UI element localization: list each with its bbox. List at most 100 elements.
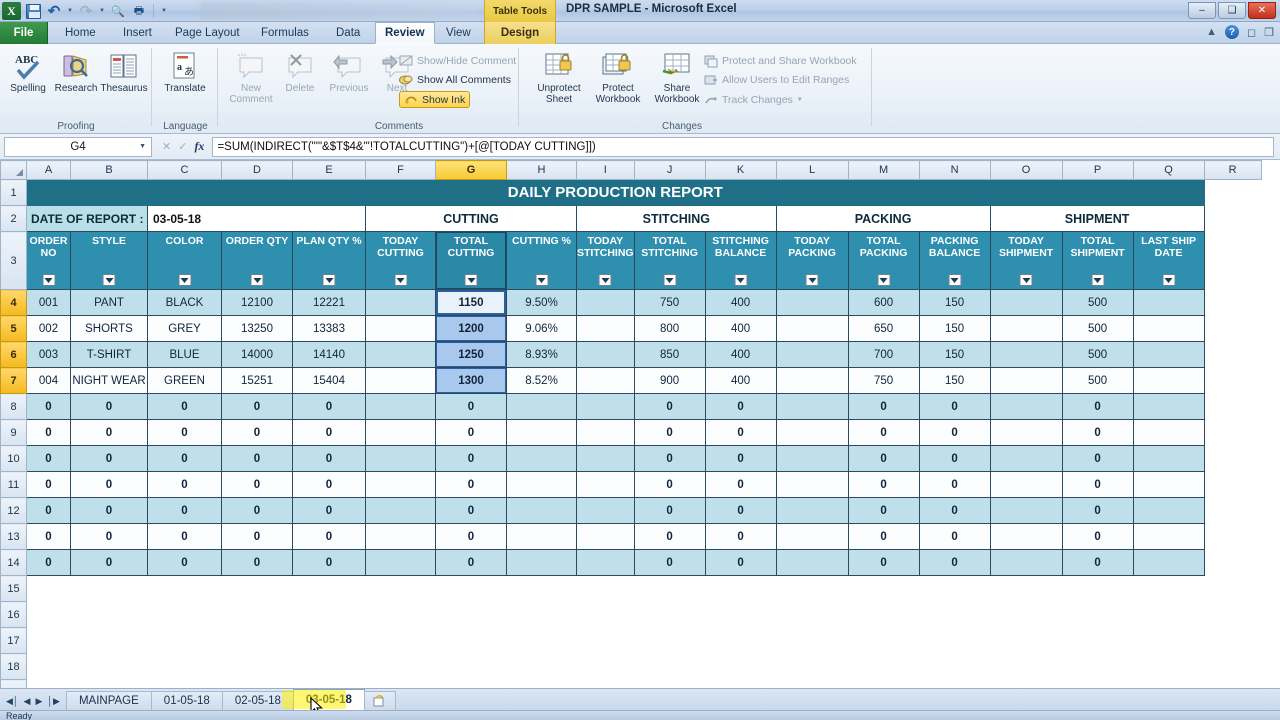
cell-total_packing-row-14[interactable]: 0 — [847, 549, 920, 576]
tab-view[interactable]: View — [437, 22, 480, 44]
quick-access-toolbar[interactable]: X ↶ ▼ ↷ ▼ 🔍 🖶 ▼ — [2, 1, 169, 21]
cell-today_stitching-row-4[interactable] — [576, 289, 635, 316]
column-header-B[interactable]: B — [70, 160, 148, 180]
row-header-19[interactable]: 19 — [0, 679, 27, 688]
cell-order_qty-row-9[interactable]: 0 — [221, 419, 293, 446]
sheet-tab-03-05-18[interactable]: 03-05-18 — [292, 689, 365, 710]
empty-cell[interactable] — [70, 575, 148, 602]
empty-cell[interactable] — [705, 653, 777, 680]
th-last-ship-date[interactable]: LAST SHIP DATE — [1132, 231, 1205, 290]
insert-worksheet-icon[interactable] — [363, 691, 396, 710]
filter-icon[interactable] — [394, 274, 407, 286]
cell-total_stitching-row-7[interactable]: 900 — [633, 367, 706, 394]
cell-stitching_balance-row-8[interactable]: 0 — [704, 393, 777, 420]
filter-icon[interactable] — [663, 274, 677, 286]
cell-last_ship_date-row-6[interactable] — [1132, 341, 1205, 368]
formula-bar-buttons[interactable]: ✕ ✓ fx — [162, 139, 204, 154]
column-header-C[interactable]: C — [147, 160, 222, 180]
empty-cell[interactable] — [1133, 575, 1205, 602]
filter-icon[interactable] — [42, 274, 55, 286]
empty-cell[interactable] — [776, 575, 849, 602]
empty-cell[interactable] — [292, 627, 366, 654]
cell-total_cutting-row-4[interactable]: 1150 — [435, 289, 507, 316]
cell-total_shipment-row-6[interactable]: 500 — [1061, 341, 1134, 368]
empty-cell[interactable] — [506, 653, 577, 680]
cell-order_qty-row-8[interactable]: 0 — [221, 393, 293, 420]
cell-total_packing-row-4[interactable]: 600 — [847, 289, 920, 316]
th-today-cutting[interactable]: TODAY CUTTING — [365, 231, 436, 290]
cell-total_shipment-row-14[interactable]: 0 — [1061, 549, 1134, 576]
cell-today_packing-row-6[interactable] — [775, 341, 849, 368]
empty-cell[interactable] — [70, 601, 148, 628]
empty-cell[interactable] — [506, 575, 577, 602]
empty-cell[interactable] — [1062, 653, 1134, 680]
cell-stitching_balance-row-14[interactable]: 0 — [704, 549, 777, 576]
empty-cell-R9[interactable] — [1204, 419, 1262, 446]
empty-cell[interactable] — [365, 627, 436, 654]
tab-review[interactable]: Review — [375, 22, 435, 44]
cell-today_shipment-row-11[interactable] — [989, 471, 1063, 498]
cell-packing_balance-row-10[interactable]: 0 — [918, 445, 991, 472]
cell-total_cutting-row-14[interactable]: 0 — [435, 549, 507, 576]
column-header-P[interactable]: P — [1061, 160, 1134, 180]
tab-home[interactable]: Home — [56, 22, 105, 44]
empty-cell[interactable] — [990, 679, 1063, 688]
cell-today_packing-row-14[interactable] — [775, 549, 849, 576]
cell-today_packing-row-8[interactable] — [775, 393, 849, 420]
cell-style-row-4[interactable]: PANT — [70, 289, 148, 316]
cell-today_cutting-row-6[interactable] — [365, 341, 436, 368]
empty-cell[interactable] — [990, 575, 1063, 602]
minimize-ribbon-icon[interactable]: ▲ — [1206, 26, 1217, 38]
row-header-10[interactable]: 10 — [0, 445, 27, 472]
translate-button[interactable]: a あ Translate — [159, 48, 211, 112]
cell-plan_qty_pct-row-8[interactable]: 0 — [292, 393, 366, 420]
cell-total_stitching-row-13[interactable]: 0 — [633, 523, 706, 550]
empty-cell[interactable] — [1133, 679, 1205, 688]
cell-total_cutting-row-13[interactable]: 0 — [435, 523, 507, 550]
cell-plan_qty_pct-row-14[interactable]: 0 — [292, 549, 366, 576]
cell-color-row-13[interactable]: 0 — [147, 523, 222, 550]
row-header-6[interactable]: 6 — [0, 341, 27, 368]
cell-last_ship_date-row-12[interactable] — [1132, 497, 1205, 524]
cell-cutting_pct-row-6[interactable]: 8.93% — [506, 341, 577, 368]
cell-color-row-8[interactable]: 0 — [147, 393, 222, 420]
th-cutting-pct[interactable]: CUTTING % — [506, 231, 577, 290]
track-changes-caret-icon[interactable]: ▼ — [797, 97, 803, 103]
empty-cell[interactable] — [1204, 627, 1262, 654]
cell-cutting_pct-row-4[interactable]: 9.50% — [506, 289, 577, 316]
row-header-5[interactable]: 5 — [0, 315, 27, 342]
cell-packing_balance-row-4[interactable]: 150 — [918, 289, 991, 316]
empty-cell[interactable] — [1133, 653, 1205, 680]
column-header-M[interactable]: M — [847, 160, 920, 180]
cell-today_stitching-row-9[interactable] — [576, 419, 635, 446]
cell-total_shipment-row-10[interactable]: 0 — [1061, 445, 1134, 472]
empty-cell[interactable] — [919, 601, 991, 628]
close-window-small-icon[interactable]: ❒ — [1264, 26, 1274, 39]
empty-cell[interactable] — [776, 627, 849, 654]
cell-color-row-11[interactable]: 0 — [147, 471, 222, 498]
column-header-I[interactable]: I — [576, 160, 635, 180]
empty-cell[interactable] — [776, 601, 849, 628]
empty-cell[interactable] — [365, 653, 436, 680]
empty-cell[interactable] — [919, 679, 991, 688]
cell-today_shipment-row-9[interactable] — [989, 419, 1063, 446]
empty-cell[interactable] — [919, 627, 991, 654]
column-header-A[interactable]: A — [26, 160, 71, 180]
empty-cell[interactable] — [147, 653, 222, 680]
column-header-L[interactable]: L — [775, 160, 849, 180]
cell-order_no-row-8[interactable]: 0 — [26, 393, 71, 420]
cell-total_cutting-row-7[interactable]: 1300 — [435, 367, 507, 394]
filter-icon[interactable] — [805, 274, 819, 286]
spelling-button[interactable]: ABC Spelling — [2, 48, 54, 112]
cell-total_packing-row-13[interactable]: 0 — [847, 523, 920, 550]
empty-cell[interactable] — [221, 601, 293, 628]
cell-total_cutting-row-10[interactable]: 0 — [435, 445, 507, 472]
sheet-tab-01-05-18[interactable]: 01-05-18 — [150, 691, 223, 710]
cell-today_shipment-row-12[interactable] — [989, 497, 1063, 524]
empty-cell[interactable] — [705, 627, 777, 654]
empty-cell[interactable] — [506, 601, 577, 628]
row-header-9[interactable]: 9 — [0, 419, 27, 446]
cell-today_stitching-row-14[interactable] — [576, 549, 635, 576]
empty-cell-R11[interactable] — [1204, 471, 1262, 498]
tab-insert[interactable]: Insert — [114, 22, 161, 44]
